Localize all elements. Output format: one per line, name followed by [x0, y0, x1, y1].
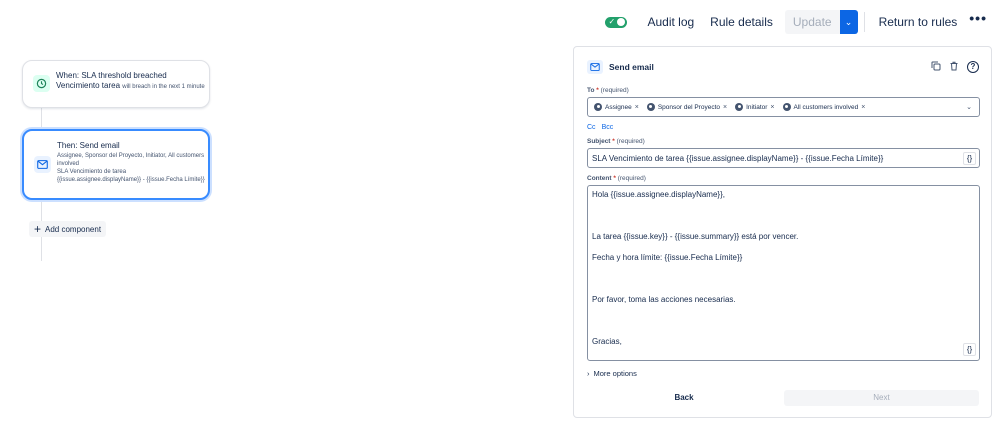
- action-title: Then: Send email: [57, 141, 120, 150]
- trigger-component[interactable]: When: SLA threshold breached Vencimiento…: [22, 60, 210, 108]
- more-actions-icon[interactable]: •••: [965, 10, 991, 34]
- add-component-label: Add component: [45, 224, 102, 234]
- recipient-chip-label: Sponsor del Proyecto: [657, 103, 720, 111]
- panel-title: Send email: [609, 62, 654, 72]
- content-textarea[interactable]: Hola {{issue.assignee.displayName}}, La …: [587, 185, 980, 361]
- more-options-toggle[interactable]: › More options: [587, 369, 637, 378]
- content-line: Gracias,: [592, 337, 622, 346]
- plus-icon: +: [34, 222, 42, 236]
- action-subject: SLA Vencimiento de tarea {{issue.assigne…: [57, 169, 205, 183]
- bcc-link[interactable]: Bcc: [602, 124, 614, 131]
- content-line: La tarea {{issue.key}} - {{issue.summary…: [592, 232, 799, 241]
- audit-log-button[interactable]: Audit log: [639, 10, 702, 34]
- recipient-chip[interactable]: All customers involved ×: [782, 103, 865, 111]
- person-icon: [735, 103, 744, 111]
- rule-canvas: When: SLA threshold breached Vencimiento…: [0, 40, 560, 429]
- recipient-chip-label: Assignee: [605, 103, 632, 111]
- help-icon[interactable]: ?: [967, 61, 979, 73]
- panel-actions: ?: [931, 61, 979, 73]
- users-icon: [782, 103, 791, 111]
- cc-link[interactable]: Cc: [587, 124, 596, 131]
- content-line: Hola {{issue.assignee.displayName}},: [592, 190, 725, 199]
- to-recipients-field[interactable]: Assignee × Sponsor del Proyecto × Initiator ×…: [587, 97, 980, 117]
- divider: [863, 12, 865, 32]
- return-to-rules-button[interactable]: Return to rules: [871, 10, 966, 34]
- to-label: To * (required): [587, 87, 629, 94]
- update-button[interactable]: Update: [784, 10, 840, 34]
- content-label: Content * (required): [587, 175, 646, 182]
- trigger-title: When: SLA threshold breached: [56, 71, 167, 80]
- user-icon: [646, 103, 655, 111]
- sla-name: Vencimiento tarea: [56, 81, 121, 90]
- to-required: (required): [600, 87, 629, 94]
- check-icon: ✓: [608, 16, 616, 26]
- trigger-detail: Vencimiento tarea will breach in the nex…: [56, 82, 206, 91]
- recipient-chip[interactable]: Initiator ×: [735, 103, 775, 111]
- content-line: Fecha y hora límite: {{issue.Fecha Límit…: [592, 253, 743, 262]
- remove-icon[interactable]: ×: [635, 104, 639, 111]
- trash-icon[interactable]: [949, 61, 959, 73]
- subject-label: Subject * (required): [587, 138, 645, 145]
- mail-icon: [34, 156, 51, 173]
- remove-icon[interactable]: ×: [723, 104, 727, 111]
- remove-icon[interactable]: ×: [861, 104, 865, 111]
- back-button[interactable]: Back: [588, 390, 780, 406]
- rule-enabled-toggle[interactable]: ✓: [605, 16, 628, 28]
- content-required: (required): [617, 175, 646, 182]
- smart-values-icon[interactable]: {}: [963, 152, 976, 165]
- subject-label-text: Subject: [587, 138, 611, 145]
- recipient-chip[interactable]: Sponsor del Proyecto ×: [646, 103, 727, 111]
- update-dropdown-button[interactable]: ⌄: [839, 10, 858, 34]
- recipient-chip-label: Initiator: [746, 103, 768, 111]
- chevron-down-icon: ⌄: [844, 17, 853, 27]
- content-line: Por favor, toma las acciones necesarias.: [592, 295, 736, 304]
- top-toolbar: ✓ Audit log Rule details Update ⌄ Return…: [605, 10, 991, 34]
- mail-icon: [587, 60, 603, 74]
- subject-input[interactable]: SLA Vencimiento de tarea {{issue.assigne…: [587, 148, 980, 168]
- clock-icon: [33, 75, 50, 92]
- remove-icon[interactable]: ×: [770, 104, 774, 111]
- sla-condition: will breach in the next 1 minute: [122, 84, 205, 90]
- toggle-knob: [617, 18, 626, 26]
- to-label-text: To: [587, 87, 595, 94]
- subject-value: SLA Vencimiento de tarea {{issue.assigne…: [592, 154, 884, 163]
- recipient-chip[interactable]: Assignee ×: [594, 103, 639, 111]
- chevron-down-icon[interactable]: ⌄: [966, 103, 972, 111]
- subject-required: (required): [616, 138, 645, 145]
- action-description: Assignee, Sponsor del Proyecto, Initiato…: [57, 152, 207, 184]
- copy-icon[interactable]: [931, 61, 941, 73]
- chevron-right-icon: ›: [587, 369, 590, 378]
- content-label-text: Content: [587, 175, 612, 182]
- next-button[interactable]: Next: [784, 390, 979, 406]
- recipient-chip-label: All customers involved: [793, 103, 859, 111]
- send-email-panel: Send email ? To * (required) Assignee × Sp…: [573, 46, 992, 418]
- action-recipients: Assignee, Sponsor del Proyecto, Initiato…: [57, 153, 205, 167]
- rule-details-button[interactable]: Rule details: [702, 10, 781, 34]
- action-component[interactable]: Then: Send email Assignee, Sponsor del P…: [22, 129, 210, 200]
- add-component-button[interactable]: + Add component: [29, 221, 107, 237]
- smart-values-icon[interactable]: {}: [963, 343, 976, 356]
- panel-header: Send email ?: [587, 59, 979, 75]
- more-options-label: More options: [593, 369, 637, 378]
- cc-bcc-links: Cc Bcc: [587, 124, 613, 131]
- user-icon: [594, 103, 602, 111]
